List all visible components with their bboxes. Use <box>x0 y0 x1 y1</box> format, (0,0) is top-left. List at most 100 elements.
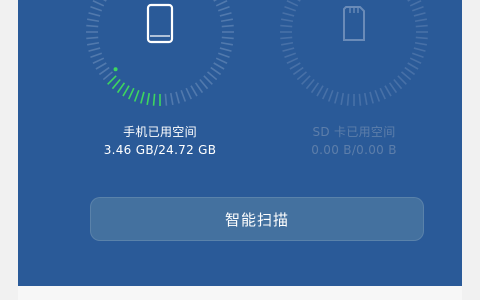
gauge-tick <box>210 66 222 76</box>
sd-storage-title: SD 卡已用空间 <box>312 125 396 139</box>
phone-storage-value: 3.46 GB/24.72 GB <box>103 143 217 157</box>
gauge-tick <box>219 12 232 17</box>
bottom-content-strip <box>18 286 462 300</box>
smart-scan-button[interactable]: 智能扫描 <box>90 197 424 241</box>
gauge-tick <box>282 47 295 52</box>
gauge-tick <box>194 82 204 94</box>
gauge-tick <box>414 18 428 23</box>
gauge-tick <box>180 89 187 102</box>
gauge-tick <box>221 36 234 40</box>
gauge-tick <box>411 5 424 12</box>
gauge-tick <box>217 5 230 12</box>
gauge-tick <box>98 66 110 76</box>
gauge-tick <box>219 47 232 52</box>
gauge-tick <box>379 87 386 100</box>
gauge-tick <box>284 5 297 12</box>
gauge-tick <box>374 89 381 102</box>
phone-storage-gauge <box>80 0 240 112</box>
gauge-tick <box>86 24 99 28</box>
gauge-tick <box>327 89 334 102</box>
gauge-tick-used <box>116 82 126 94</box>
gauge-tick-used <box>111 78 121 90</box>
gauge-tick <box>169 92 174 106</box>
gauge-tick <box>217 52 230 59</box>
gauge-tick <box>384 85 392 97</box>
gauge-tick-used <box>152 93 156 106</box>
gauge-tick <box>220 18 234 23</box>
gauge-tick <box>215 57 228 64</box>
gauge-tick <box>413 47 426 52</box>
gauge-tick <box>164 93 168 106</box>
gauge-tick-used <box>122 85 130 97</box>
gauge-tick <box>86 18 100 23</box>
gauge-tick <box>286 0 299 7</box>
gauge-tick <box>92 57 105 64</box>
gauge-tick <box>88 12 101 17</box>
gauge-tick <box>92 0 105 7</box>
gauge-tick <box>213 62 225 70</box>
gauge-tick <box>90 52 103 59</box>
gauge-tick <box>413 12 426 17</box>
gauge-tick <box>280 36 293 40</box>
gauge-tick <box>363 92 368 106</box>
sd-card-icon <box>343 6 365 41</box>
gauge-tick <box>301 75 311 85</box>
gauge-tick-used <box>107 75 117 85</box>
gauge-tick <box>414 41 428 46</box>
gauge-tick <box>397 75 407 85</box>
gauge-tick <box>409 0 422 7</box>
sd-storage-gauge <box>274 0 434 112</box>
gauge-tick <box>286 57 299 64</box>
sd-gauge-ticks <box>280 0 428 106</box>
gauge-tick <box>282 12 295 17</box>
gauge-tick <box>415 36 428 40</box>
gauge-tick <box>407 0 412 2</box>
phone-storage-title: 手机已用空间 <box>123 125 197 139</box>
gauge-tick-used <box>140 91 145 104</box>
gauge-tick <box>316 85 324 97</box>
gauge-tick <box>289 62 301 70</box>
gauge-tick-used <box>128 87 135 100</box>
gauge-tick <box>185 87 192 100</box>
gauge-tick <box>280 24 293 28</box>
gauge-tick <box>86 36 99 40</box>
gauge-tick <box>280 41 294 46</box>
gauge-tick <box>322 87 329 100</box>
storage-panel: 手机已用空间 3.46 GB/24.72 GB SD 卡已用空间 0.00 B/… <box>18 0 462 286</box>
gauge-tick <box>411 52 424 59</box>
gauge-tick <box>393 78 403 90</box>
phone-icon <box>146 3 174 44</box>
gauge-tick <box>340 92 345 106</box>
gauge-tick <box>90 5 103 12</box>
gauge-tick <box>404 66 416 76</box>
gauge-tick <box>175 91 180 104</box>
gauge-tick <box>407 62 419 70</box>
gauge-tick <box>409 57 422 64</box>
gauge-tick <box>388 82 398 94</box>
gauge-tick <box>213 0 218 2</box>
gauge-tick <box>199 78 209 90</box>
gauge-tick <box>215 0 228 7</box>
phone-gauge-ticks <box>86 0 234 106</box>
gauge-tick <box>95 62 107 70</box>
gauge-tick <box>220 41 234 46</box>
gauge-tick <box>86 41 100 46</box>
gauge-tick <box>203 75 213 85</box>
gauge-tick <box>88 47 101 52</box>
gauge-progress-dot <box>113 67 118 72</box>
gauge-tick <box>358 93 362 106</box>
gauge-tick <box>292 66 304 76</box>
gauge-tick <box>190 85 198 97</box>
gauge-tick-used <box>133 89 140 102</box>
gauge-tick <box>296 71 308 81</box>
gauge-tick <box>334 91 339 104</box>
gauge-tick <box>284 52 297 59</box>
gauge-tick <box>296 0 301 2</box>
gauge-tick <box>305 78 315 90</box>
gauge-tick <box>346 93 350 106</box>
gauge-tick <box>102 0 107 2</box>
gauge-tick <box>310 82 320 94</box>
gauge-tick <box>280 18 294 23</box>
gauge-tick <box>221 24 234 28</box>
gauge-tick-used <box>146 92 151 106</box>
